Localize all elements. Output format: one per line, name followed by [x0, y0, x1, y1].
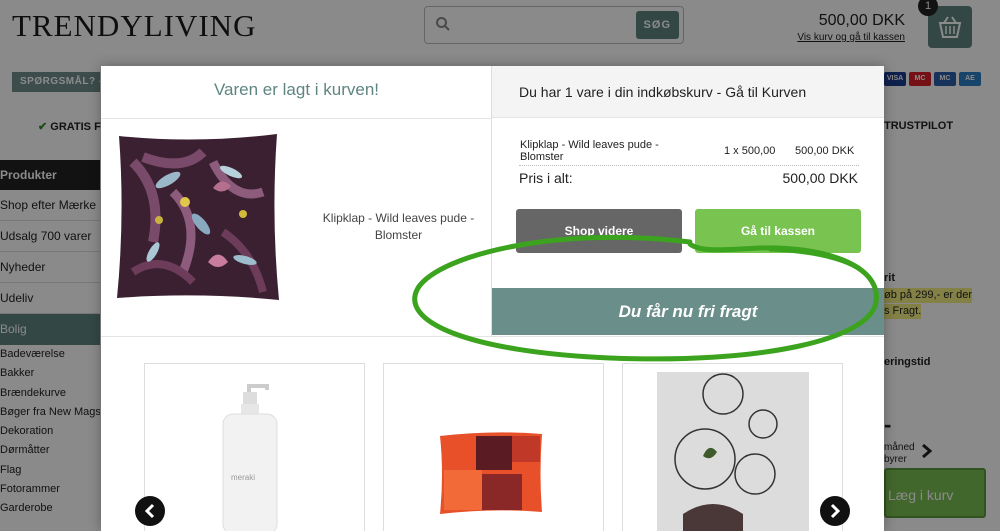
soap-bottle-image: meraki — [222, 384, 278, 531]
line-item-name: Klipklap - Wild leaves pude - Blomster — [520, 139, 659, 163]
divider — [101, 118, 492, 119]
carousel-prev-button[interactable] — [135, 496, 165, 526]
product-image-pillow[interactable] — [113, 132, 283, 302]
continue-shopping-button[interactable]: Shop videre — [516, 209, 682, 253]
cart-summary-panel: Du har 1 vare i din indkøbskurv - Gå til… — [492, 66, 884, 336]
added-product-name[interactable]: Klipklap - Wild leaves pude - Blomster — [306, 210, 491, 244]
checkout-button[interactable]: Gå til kassen — [695, 209, 861, 253]
cart-summary-header[interactable]: Du har 1 vare i din indkøbskurv - Gå til… — [492, 66, 884, 118]
chevron-right-icon — [830, 503, 841, 519]
recommended-product-card[interactable] — [622, 363, 843, 531]
total-value: 500,00 DKK — [782, 170, 859, 186]
added-title: Varen er lagt i kurven! — [213, 80, 380, 99]
added-product-panel: Varen er lagt i kurven! Klipklap - Wild … — [101, 66, 492, 336]
line-item-total: 500,00 DKK — [795, 145, 855, 157]
divider — [519, 165, 859, 166]
svg-text:meraki: meraki — [231, 473, 255, 482]
line-item-qty-price: 1 x 500,00 — [724, 145, 776, 157]
recommended-product-card[interactable] — [383, 363, 604, 531]
carousel-next-button[interactable] — [820, 496, 850, 526]
free-shipping-banner: Du får nu fri fragt — [492, 288, 884, 335]
added-to-cart-modal: Varen er lagt i kurven! Klipklap - Wild … — [101, 66, 884, 531]
wall-decor-image — [657, 372, 809, 531]
recommended-product-card[interactable]: meraki — [144, 363, 365, 531]
divider — [101, 336, 884, 337]
chevron-left-icon — [144, 503, 155, 519]
cushion-image — [440, 432, 542, 514]
total-label: Pris i alt: — [519, 170, 573, 186]
